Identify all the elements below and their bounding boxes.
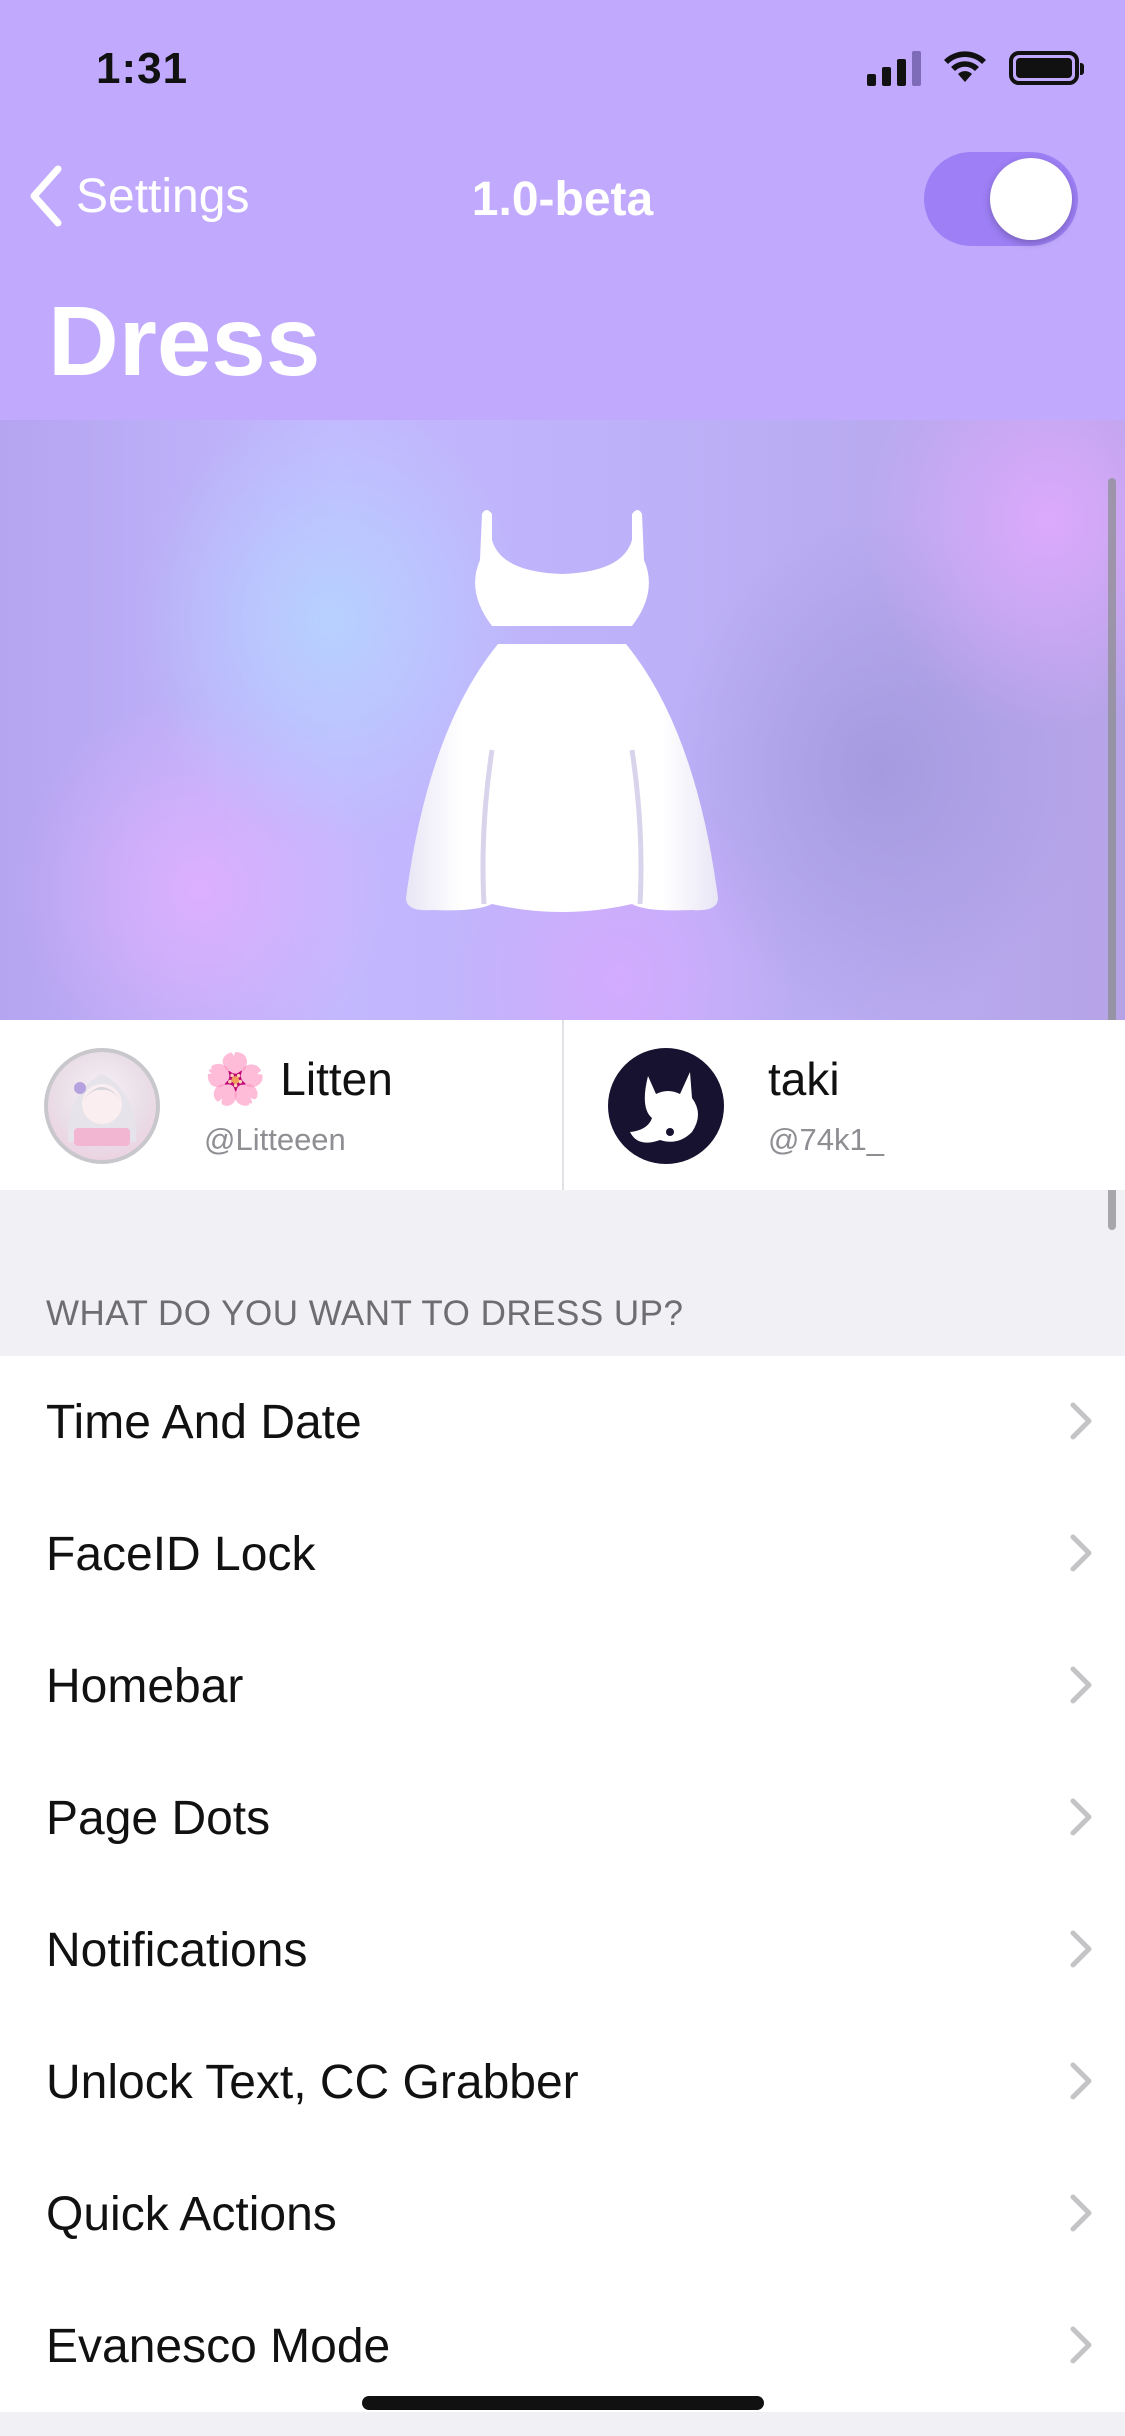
home-indicator[interactable]	[362, 2396, 764, 2410]
avatar	[608, 1048, 724, 1164]
dress-icon	[406, 510, 718, 912]
list-item-label: Quick Actions	[46, 2187, 337, 2241]
list-item-time-and-date[interactable]: Time And Date	[0, 1356, 1125, 1488]
chevron-right-icon	[1070, 1402, 1092, 1440]
author-handle: @74k1_	[768, 1122, 884, 1157]
status-icons	[867, 50, 1084, 86]
toggle-knob	[990, 158, 1072, 240]
author-name: 🌸 Litten	[204, 1052, 393, 1106]
list-item-evanesco-mode[interactable]: Evanesco Mode	[0, 2280, 1125, 2412]
header: 1:31 Settings 1.0-beta Dress	[0, 0, 1125, 420]
chevron-right-icon	[1070, 1534, 1092, 1572]
cellular-signal-icon	[867, 50, 921, 86]
author-name: taki	[768, 1052, 840, 1106]
anime-avatar-icon	[67, 1074, 137, 1146]
author-name-label: Litten	[280, 1053, 393, 1105]
battery-icon	[1009, 51, 1084, 85]
avatar	[44, 1048, 160, 1164]
page-title: Dress	[48, 286, 321, 396]
list-item-label: Time And Date	[46, 1395, 362, 1449]
banner	[0, 420, 1125, 1020]
enable-toggle[interactable]	[924, 152, 1078, 246]
author-taki[interactable]: taki @74k1_	[562, 1020, 1124, 1190]
chevron-right-icon	[1070, 2326, 1092, 2364]
section-header: WHAT DO YOU WANT TO DRESS UP?	[46, 1294, 684, 1333]
list-item-page-dots[interactable]: Page Dots	[0, 1752, 1125, 1884]
author-handle: @Litteeen	[204, 1122, 346, 1157]
chevron-right-icon	[1070, 2062, 1092, 2100]
chevron-right-icon	[1070, 1666, 1092, 1704]
cherry-blossom-icon: 🌸	[204, 1051, 267, 1107]
wifi-icon	[944, 51, 986, 82]
list-item-quick-actions[interactable]: Quick Actions	[0, 2148, 1125, 2280]
list-item-label: Homebar	[46, 1659, 244, 1713]
list-item-label: Unlock Text, CC Grabber	[46, 2055, 579, 2109]
status-time: 1:31	[96, 44, 189, 93]
list-item-label: Evanesco Mode	[46, 2319, 391, 2373]
settings-list: Time And Date FaceID Lock Homebar Page D…	[0, 1356, 1125, 2412]
list-item-homebar[interactable]: Homebar	[0, 1620, 1125, 1752]
list-item-label: Notifications	[46, 1923, 308, 1977]
fox-fish-icon	[630, 1072, 698, 1143]
list-item-notifications[interactable]: Notifications	[0, 1884, 1125, 2016]
list-item-unlock-text[interactable]: Unlock Text, CC Grabber	[0, 2016, 1125, 2148]
chevron-right-icon	[1070, 1798, 1092, 1836]
list-item-label: FaceID Lock	[46, 1527, 316, 1581]
list-item-label: Page Dots	[46, 1791, 271, 1845]
author-litten[interactable]: 🌸 Litten @Litteeen	[0, 1020, 562, 1190]
author-name-label: taki	[768, 1053, 840, 1105]
chevron-right-icon	[1070, 1930, 1092, 1968]
chevron-right-icon	[1070, 2194, 1092, 2232]
authors-row: 🌸 Litten @Litteeen taki @74k1_	[0, 1020, 1125, 1190]
list-item-faceid-lock[interactable]: FaceID Lock	[0, 1488, 1125, 1620]
